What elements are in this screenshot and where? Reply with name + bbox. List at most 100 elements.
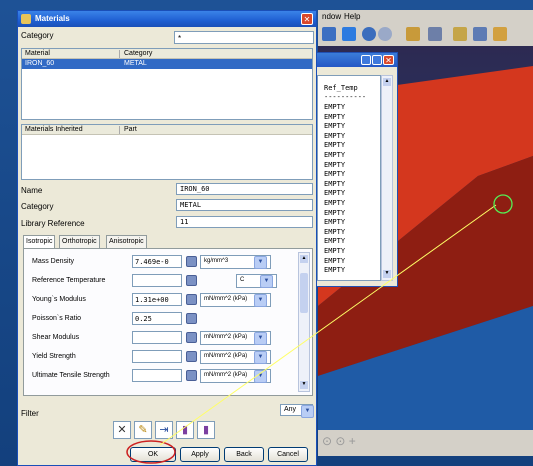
chevron-down-icon[interactable]: ▼ xyxy=(254,294,267,307)
cancel-button[interactable]: Cancel xyxy=(268,447,308,462)
property-row: Young`s Modulus 1.31e+00 mN/mm^2 (kPa) ▼ xyxy=(24,293,296,307)
assign-icon[interactable]: ⇥ xyxy=(155,421,173,439)
log-line: EMPTY xyxy=(324,208,346,217)
sphere-icon[interactable] xyxy=(362,27,376,41)
category-filter-input[interactable]: * xyxy=(174,31,314,44)
log-line: EMPTY xyxy=(324,151,346,159)
maximize-icon[interactable] xyxy=(372,55,382,65)
log-line: EMPTY xyxy=(324,237,346,246)
toolbar-icon[interactable] xyxy=(493,27,507,41)
close-icon[interactable]: ✕ xyxy=(383,55,394,65)
chevron-down-icon[interactable]: ▼ xyxy=(254,370,267,383)
unit-value: mN/mm^2 (kPa) xyxy=(204,334,248,340)
column-header-part[interactable]: Part xyxy=(124,126,137,133)
name-field[interactable]: IRON_60 xyxy=(176,183,313,195)
property-row: Reference Temperature C ▼ xyxy=(24,274,296,288)
category-label-2: Category xyxy=(21,202,54,211)
tab-isotropic[interactable]: Isotropic xyxy=(23,235,56,248)
scroll-thumb[interactable] xyxy=(300,273,308,313)
property-label: Mass Density xyxy=(32,258,75,265)
back-button[interactable]: Back xyxy=(224,447,264,462)
properties-scrollbar[interactable]: ▲ ▼ xyxy=(298,252,310,392)
unit-select[interactable]: mN/mm^2 (kPa) ▼ xyxy=(200,293,271,307)
library-icon[interactable]: ▮ xyxy=(197,421,215,439)
log-line: EMPTY xyxy=(324,160,346,169)
column-header-material[interactable]: Material xyxy=(25,50,50,57)
delete-icon[interactable]: ✕ xyxy=(113,421,131,439)
chevron-down-icon[interactable]: ▼ xyxy=(254,351,267,364)
chevron-down-icon[interactable]: ▼ xyxy=(254,332,267,345)
tab-anisotropic[interactable]: Anisotropic xyxy=(106,235,147,248)
toolbar-icon[interactable] xyxy=(473,27,487,41)
menu-help[interactable]: Help xyxy=(344,12,360,21)
table-icon[interactable] xyxy=(186,313,197,324)
category-field[interactable]: METAL xyxy=(176,199,313,211)
category-value: METAL xyxy=(180,201,202,209)
property-value-field[interactable]: 1.31e+00 xyxy=(132,293,182,306)
table-icon[interactable] xyxy=(186,332,197,343)
scroll-down-icon[interactable]: ▼ xyxy=(300,381,308,389)
unit-select[interactable]: mN/mm^2 (kPa) ▼ xyxy=(200,369,271,383)
log-scrollbar[interactable]: ▲ ▼ xyxy=(381,75,393,281)
menu-window[interactable]: ndow xyxy=(322,12,341,21)
toolbar-icon[interactable] xyxy=(428,27,442,41)
log-line: EMPTY xyxy=(324,103,346,111)
tab-orthotropic[interactable]: Orthotropic xyxy=(59,235,100,248)
property-label: Shear Modulus xyxy=(32,334,80,341)
chevron-down-icon[interactable]: ▼ xyxy=(301,405,314,418)
log-line: EMPTY xyxy=(324,266,346,275)
toolbar-icon[interactable] xyxy=(322,27,336,41)
library-reference-value: 11 xyxy=(180,218,189,226)
filter-select[interactable]: Any ▼ xyxy=(280,404,314,418)
table-icon[interactable] xyxy=(186,275,197,286)
scroll-down-icon[interactable]: ▼ xyxy=(383,270,391,278)
row-material: IRON_60 xyxy=(25,60,55,67)
properties-panel: Mass Density 7.469e-0 kg/mm^3 ▼ Reference Te… xyxy=(23,248,313,396)
toolbar-icon[interactable] xyxy=(453,27,467,41)
ok-button[interactable]: OK xyxy=(130,447,176,462)
close-icon[interactable]: ✕ xyxy=(301,13,313,25)
unit-select[interactable]: kg/mm^3 ▼ xyxy=(200,255,271,269)
log-line: EMPTY xyxy=(324,170,346,179)
toolbar-icon[interactable] xyxy=(342,27,356,41)
unit-select[interactable]: mN/mm^2 (kPa) ▼ xyxy=(200,331,271,345)
property-value-field[interactable]: 7.469e-0 xyxy=(132,255,182,268)
toolbar-icon[interactable] xyxy=(406,27,420,41)
table-row[interactable]: IRON_60 METAL xyxy=(22,59,312,69)
table-icon[interactable] xyxy=(186,256,197,267)
log-line: EMPTY xyxy=(324,189,346,198)
toolbar xyxy=(318,24,533,46)
unit-select[interactable]: C ▼ xyxy=(236,274,277,288)
log-line: EMPTY xyxy=(324,122,346,131)
apply-button[interactable]: Apply xyxy=(180,447,220,462)
menubar: ndow Help xyxy=(318,10,533,24)
scroll-up-icon[interactable]: ▲ xyxy=(383,78,391,86)
library-reference-field[interactable]: 11 xyxy=(176,216,313,228)
property-value-field[interactable] xyxy=(132,369,182,382)
log-divider: ---------- xyxy=(324,93,367,101)
chevron-down-icon[interactable]: ▼ xyxy=(254,256,267,269)
minimize-icon[interactable] xyxy=(361,55,371,65)
property-row: Mass Density 7.469e-0 kg/mm^3 ▼ xyxy=(24,255,296,269)
view-controls-icons[interactable]: ⊙ ⊙ + xyxy=(322,434,356,448)
category-label: Category xyxy=(21,31,54,40)
edit-icon[interactable]: ✎ xyxy=(134,421,152,439)
property-value-field[interactable] xyxy=(132,274,182,287)
property-row: Yield Strength mN/mm^2 (kPa) ▼ xyxy=(24,350,296,364)
unit-select[interactable]: mN/mm^2 (kPa) ▼ xyxy=(200,350,271,364)
table-icon[interactable] xyxy=(186,370,197,381)
column-divider xyxy=(119,50,120,58)
scroll-up-icon[interactable]: ▲ xyxy=(300,255,308,263)
property-value-field[interactable] xyxy=(132,331,182,344)
unit-value: mN/mm^2 (kPa) xyxy=(204,372,248,378)
property-value-field[interactable]: 0.25 xyxy=(132,312,182,325)
column-header-inherited[interactable]: Materials Inherited xyxy=(25,126,83,133)
book-icon[interactable]: ▮ xyxy=(176,421,194,439)
column-header-category[interactable]: Category xyxy=(124,50,152,57)
chevron-down-icon[interactable]: ▼ xyxy=(260,275,273,288)
property-label: Yield Strength xyxy=(32,353,76,360)
property-value-field[interactable] xyxy=(132,350,182,363)
table-icon[interactable] xyxy=(186,294,197,305)
table-icon[interactable] xyxy=(186,351,197,362)
toolbar-icon[interactable] xyxy=(378,27,392,41)
